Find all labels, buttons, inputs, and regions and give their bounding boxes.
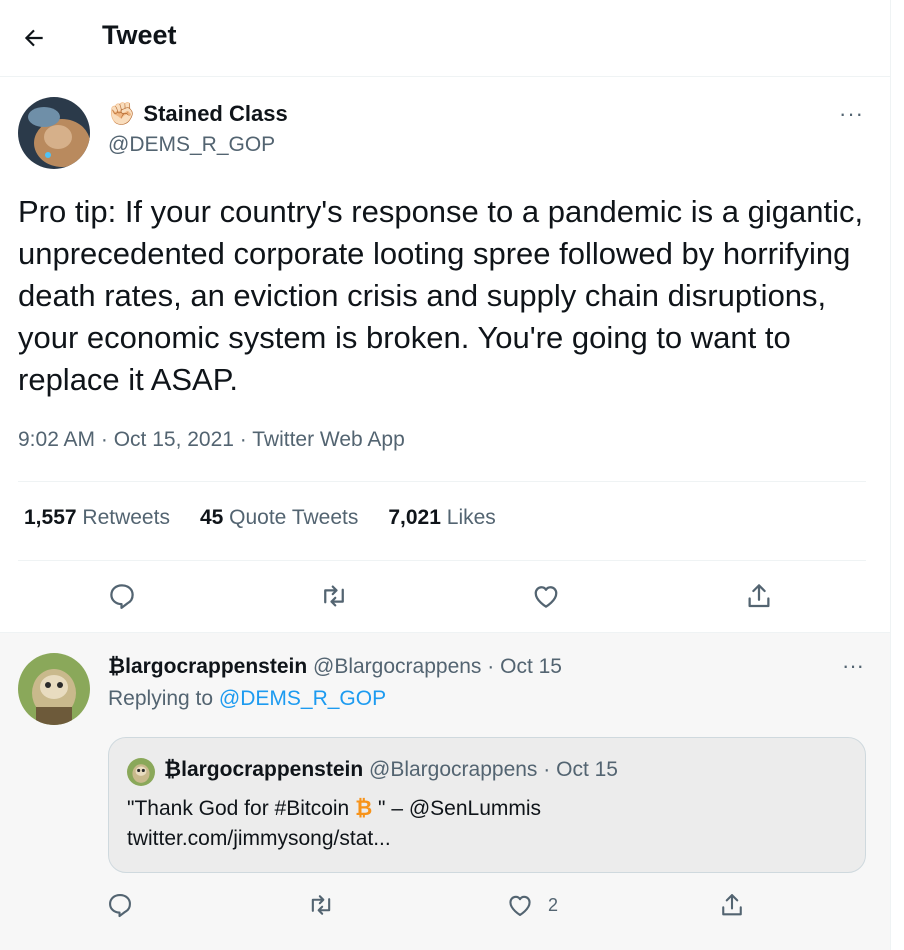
quote-tweets-stat[interactable]: 45 Quote Tweets: [200, 506, 358, 530]
tweet-actions: [0, 578, 890, 614]
reply-reply-button[interactable]: [106, 889, 134, 921]
page-header: Tweet: [0, 0, 890, 77]
quoted-link[interactable]: twitter.com/jimmysong/stat...: [127, 824, 541, 854]
retweets-stat[interactable]: 1,557 Retweets: [24, 506, 170, 530]
quoted-text-start: "Thank God for #Bitcoin: [127, 797, 356, 820]
tweet-stats: 1,557 Retweets 45 Quote Tweets 7,021 Lik…: [24, 506, 496, 530]
author-name-line[interactable]: ✊🏻 Stained Class: [108, 101, 288, 127]
reply-author-avatar[interactable]: [18, 653, 90, 725]
raised-fist-emoji: ✊🏻: [108, 101, 136, 126]
divider: [18, 481, 866, 482]
tweet-text: Pro tip: If your country's response to a…: [18, 194, 864, 397]
divider: [18, 560, 866, 561]
reply-handle[interactable]: @Blargocrappens: [313, 655, 481, 678]
reply-display-name[interactable]: ₿largocrappenstein: [108, 655, 307, 678]
quoted-date: · Oct 15: [543, 758, 618, 781]
share-icon: [748, 584, 770, 608]
bitcoin-icon: ₿: [355, 797, 373, 820]
reply-icon: [110, 584, 134, 609]
like-button[interactable]: [528, 578, 564, 614]
reply-actions: 2: [0, 889, 890, 921]
main-tweet: ✊🏻 Stained Class @DEMS_R_GOP ··· Pro tip…: [0, 77, 890, 633]
author-display-name[interactable]: Stained Class: [143, 101, 287, 127]
heart-icon: [509, 895, 531, 916]
reply-icon: [109, 894, 131, 918]
author-handle[interactable]: @DEMS_R_GOP: [108, 133, 275, 157]
quoted-handle: @Blargocrappens: [369, 758, 538, 781]
author-avatar[interactable]: [18, 97, 90, 169]
quoted-text-end: " – @SenLummis: [372, 797, 542, 820]
share-button[interactable]: [741, 578, 777, 614]
reply-tweet[interactable]: ₿largocrappenstein @Blargocrappens · Oct…: [0, 633, 890, 950]
back-button[interactable]: [18, 22, 50, 54]
reply-retweet-button[interactable]: [306, 889, 336, 921]
reply-like-count: 2: [548, 894, 559, 915]
reply-date[interactable]: · Oct 15: [487, 655, 562, 678]
more-options-button[interactable]: ···: [839, 101, 864, 127]
reply-button[interactable]: [104, 578, 140, 614]
replying-prefix: Replying to: [108, 687, 214, 710]
likes-stat[interactable]: 7,021 Likes: [388, 506, 495, 530]
reply-header: ₿largocrappenstein @Blargocrappens · Oct…: [108, 655, 562, 679]
replying-to-line: Replying to @DEMS_R_GOP: [108, 687, 386, 711]
retweet-icon: [311, 895, 331, 915]
page-title: Tweet: [102, 20, 177, 50]
retweet-button[interactable]: [316, 578, 352, 614]
quoted-author-avatar: [127, 758, 155, 786]
heart-icon: [534, 586, 558, 608]
timeline-column: Tweet ✊🏻 Stained Class @DEMS_R_GOP ··· P…: [0, 0, 891, 950]
share-icon: [722, 894, 742, 916]
replying-to-link[interactable]: @DEMS_R_GOP: [219, 687, 386, 710]
quoted-text: "Thank God for #Bitcoin ₿ " – @SenLummis…: [127, 794, 541, 854]
tweet-meta[interactable]: 9:02 AM · Oct 15, 2021 · Twitter Web App: [18, 428, 405, 452]
quoted-display-name: ₿largocrappenstein: [164, 758, 364, 781]
quoted-tweet[interactable]: ₿largocrappenstein @Blargocrappens · Oct…: [108, 737, 866, 873]
quoted-header: ₿largocrappenstein @Blargocrappens · Oct…: [164, 758, 618, 782]
retweet-icon: [324, 585, 344, 607]
reply-share-button[interactable]: [718, 889, 746, 921]
arrow-left-icon: [24, 29, 43, 47]
reply-like-button[interactable]: 2: [506, 889, 558, 921]
reply-more-options-button[interactable]: ···: [842, 653, 864, 679]
